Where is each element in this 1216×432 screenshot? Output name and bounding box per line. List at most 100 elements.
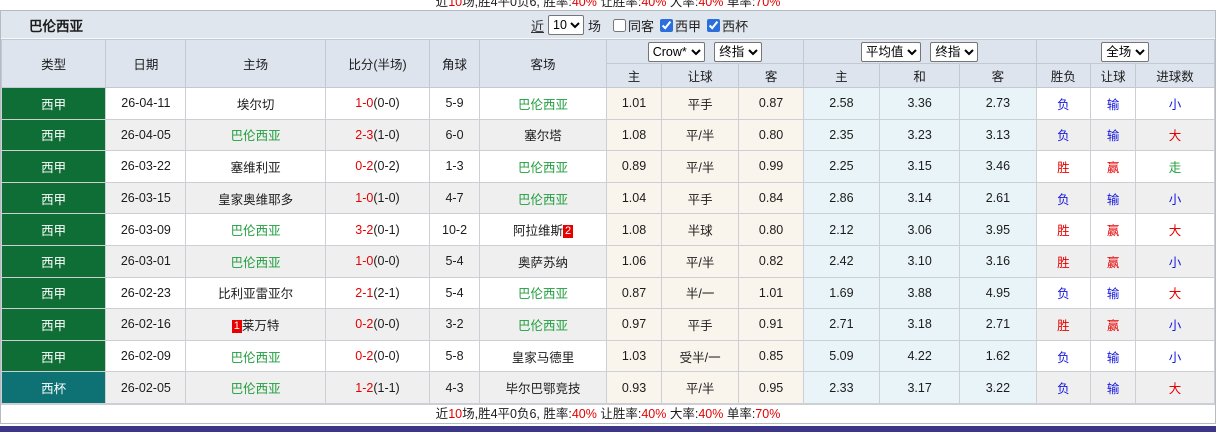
result-winloss-cell: 胜	[1035, 308, 1092, 341]
home-team-cell: 埃尔切	[185, 87, 326, 120]
match-row: 西甲 26-03-09 巴伦西亚 3-2(0-1) 10-2 阿拉维斯 2 1.08 半球 0.8…	[0, 213, 1215, 246]
bookmaker-select[interactable]: Crow*	[647, 41, 705, 62]
match-row: 西杯 26-02-05 巴伦西亚 1-2(1-1) 4-3 毕尔巴鄂竞技 0.93 平/半 0.…	[0, 371, 1215, 404]
away-team-cell: 毕尔巴鄂竞技	[478, 371, 608, 404]
avg-home-cell: 2.58	[802, 87, 881, 120]
odds-handicap-cell: 平手	[660, 181, 740, 215]
avg-draw-cell: 3.06	[879, 213, 961, 246]
result-handicap-cell: 赢	[1090, 308, 1137, 341]
corners-cell: 5-4	[429, 244, 480, 278]
scope-select[interactable]: 全场	[1101, 41, 1150, 62]
result-goals-cell: 小	[1135, 181, 1215, 215]
league-type-cell: 西甲	[0, 87, 107, 120]
odds-home-cell: 1.08	[606, 118, 662, 152]
league-type-cell: 西甲	[0, 308, 107, 341]
odds-home-cell: 1.08	[606, 213, 662, 246]
home-team-cell: 巴伦西亚	[185, 339, 326, 373]
league-label: 西甲	[675, 18, 702, 34]
col-header-goals: 进球数	[1135, 63, 1215, 88]
result-winloss-cell: 负	[1035, 181, 1092, 215]
league-option[interactable]: 西甲	[660, 16, 701, 35]
result-handicap-cell: 输	[1090, 371, 1137, 404]
home-team-cell: 比利亚雷亚尔	[185, 276, 326, 310]
result-handicap-cell: 输	[1090, 87, 1137, 120]
avg-draw-cell: 3.36	[879, 87, 961, 120]
corners-cell: 5-4	[429, 276, 480, 310]
col-header-avg-draw: 和	[879, 63, 961, 88]
match-date-cell: 26-02-23	[105, 276, 187, 310]
corners-cell: 1-3	[429, 150, 480, 183]
avg-home-cell: 2.33	[802, 371, 881, 404]
clipped-summary-line: 近10场,胜4平0负6, 胜率:40% 让胜率:40% 大率:40% 单率:70…	[0, 0, 1216, 10]
avg-away-cell: 2.73	[959, 87, 1037, 120]
odds-handicap-cell: 平/半	[660, 244, 740, 278]
avg-draw-cell: 3.14	[879, 181, 961, 215]
match-row: 西甲 26-04-11 埃尔切 1-0(0-0) 5-9 巴伦西亚 1.01 平手 0.87 2.…	[0, 87, 1215, 120]
col-header-avg-away: 客	[959, 63, 1037, 88]
col-header-odds-handicap: 让球	[660, 63, 740, 88]
odds-home-cell: 1.01	[606, 87, 662, 120]
result-group-header: 全场	[1035, 39, 1216, 64]
home-team-cell: 1 莱万特	[185, 308, 326, 341]
away-team-cell: 巴伦西亚	[478, 308, 608, 341]
final-odds-select-a[interactable]: 终指	[714, 41, 763, 62]
score-cell: 0-2(0-2)	[324, 150, 431, 183]
avg-home-cell: 2.35	[802, 118, 881, 152]
home-team-cell: 皇家奥维耶多	[185, 181, 326, 215]
average-select[interactable]: 平均值	[860, 41, 921, 62]
avg-away-cell: 1.62	[959, 339, 1037, 373]
avg-away-cell: 3.95	[959, 213, 1037, 246]
avg-away-cell: 3.16	[959, 244, 1037, 278]
corners-cell: 5-9	[429, 87, 480, 120]
result-goals-cell: 走	[1135, 150, 1215, 183]
corners-cell: 10-2	[429, 213, 480, 246]
score-cell: 0-2(0-0)	[324, 308, 431, 341]
result-winloss-cell: 胜	[1035, 244, 1092, 278]
result-winloss-cell: 负	[1035, 371, 1092, 404]
col-header-winloss: 胜负	[1035, 63, 1092, 88]
cup-option[interactable]: 西杯	[707, 16, 748, 35]
same-away-checkbox[interactable]	[613, 18, 627, 32]
score-cell: 1-2(1-1)	[324, 371, 431, 404]
odds-handicap-cell: 半球	[660, 213, 740, 246]
odds-away-cell: 0.91	[738, 308, 804, 341]
away-team-cell: 皇家马德里	[478, 339, 608, 373]
same-away-option[interactable]: 同客	[613, 16, 654, 35]
avg-draw-cell: 3.17	[879, 371, 961, 404]
match-count-select[interactable]: 10	[548, 15, 585, 35]
result-handicap-cell: 赢	[1090, 213, 1137, 246]
result-winloss-cell: 胜	[1035, 213, 1092, 246]
summary-footer: 近10场,胜4平0负6, 胜率:40% 让胜率:40% 大率:40% 单率:70…	[1, 403, 1215, 423]
corners-cell: 5-8	[429, 339, 480, 373]
unit-label: 场	[588, 18, 602, 34]
result-winloss-cell: 负	[1035, 276, 1092, 310]
odds-away-cell: 0.87	[738, 87, 804, 120]
score-cell: 3-2(0-1)	[324, 213, 431, 246]
avg-away-cell: 3.22	[959, 371, 1037, 404]
col-header-away: 客场	[478, 39, 608, 88]
final-odds-select-b[interactable]: 终指	[930, 41, 979, 62]
league-checkbox[interactable]	[660, 18, 674, 32]
odds-home-cell: 0.89	[606, 150, 662, 183]
league-type-cell: 西甲	[0, 276, 107, 310]
near-link[interactable]: 近	[531, 16, 544, 35]
result-winloss-cell: 胜	[1035, 150, 1092, 183]
odds-handicap-cell: 半/一	[660, 276, 740, 310]
odds-away-cell: 0.80	[738, 213, 804, 246]
odds-handicap-cell: 平/半	[660, 118, 740, 152]
match-date-cell: 26-03-22	[105, 150, 187, 183]
avg-home-cell: 2.25	[802, 150, 881, 183]
panel-titlebar: 巴伦西亚 近 10 场 同客 西甲 西杯	[1, 11, 1215, 39]
away-team-cell: 阿拉维斯 2	[478, 213, 608, 246]
cup-checkbox[interactable]	[707, 18, 721, 32]
result-handicap-cell: 输	[1090, 339, 1137, 373]
match-date-cell: 26-02-05	[105, 371, 187, 404]
league-type-cell: 西甲	[0, 181, 107, 215]
odds-home-cell: 1.03	[606, 339, 662, 373]
home-team-cell: 巴伦西亚	[185, 244, 326, 278]
result-handicap-cell: 输	[1090, 118, 1137, 152]
match-date-cell: 26-02-09	[105, 339, 187, 373]
corners-cell: 4-3	[429, 371, 480, 404]
odds-away-cell: 0.82	[738, 244, 804, 278]
avg-draw-cell: 4.22	[879, 339, 961, 373]
